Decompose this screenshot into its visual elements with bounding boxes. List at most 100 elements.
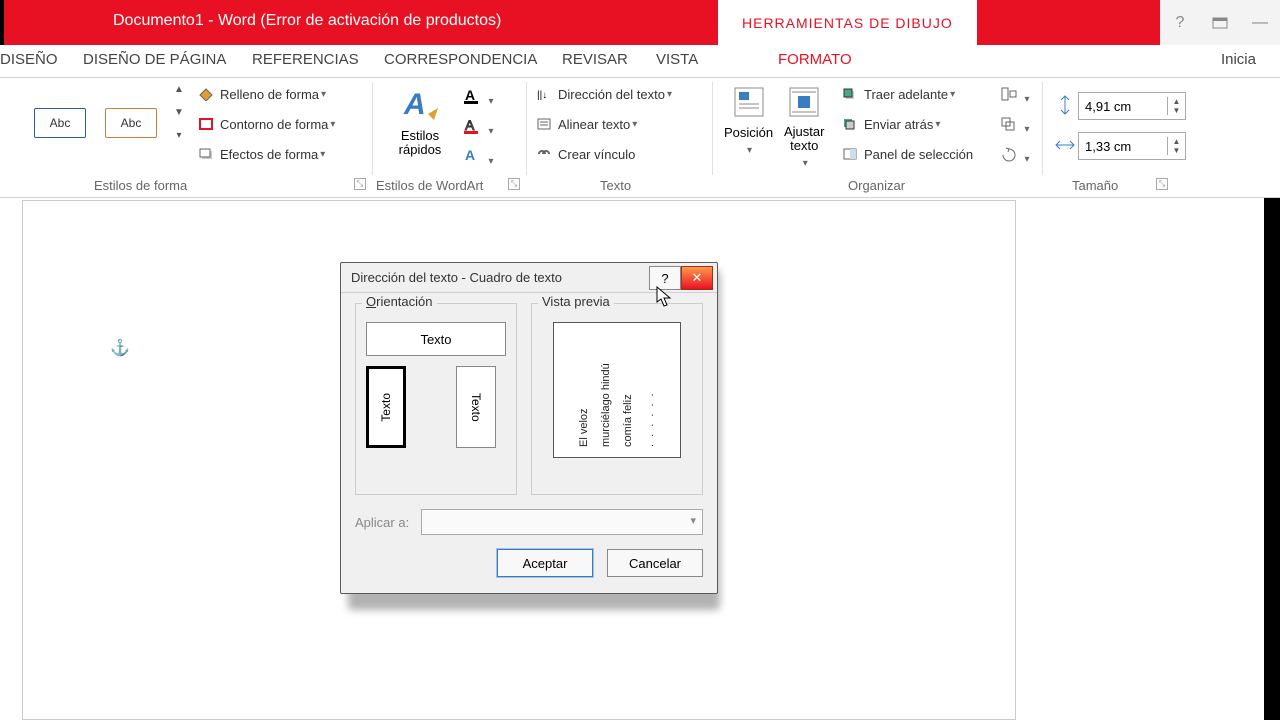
svg-text:A: A xyxy=(465,147,475,163)
tab-referencias[interactable]: REFERENCIAS xyxy=(252,51,359,68)
wrap-text-icon xyxy=(786,84,822,120)
group-label-arrange: Organizar xyxy=(848,178,905,193)
dropdown-icon: ▾ xyxy=(1024,154,1029,165)
dropdown-icon: ▾ xyxy=(1024,124,1029,135)
preview-box: El veloz murciélago hindú comía feliz . … xyxy=(553,322,681,458)
dropdown-icon: ▾ xyxy=(488,126,493,137)
group-button[interactable]: ▾ xyxy=(1000,116,1029,137)
tab-vista[interactable]: VISTA xyxy=(656,51,698,68)
shape-style-2[interactable]: Abc xyxy=(105,108,157,138)
window-buttons: ? — xyxy=(1160,0,1280,45)
size-launcher[interactable]: ⤡ xyxy=(1156,178,1168,190)
send-backward-button[interactable]: Enviar atrás ▾ xyxy=(842,116,940,132)
dialog-close-button[interactable]: ✕ xyxy=(681,266,713,290)
create-link-button[interactable]: Crear vínculo xyxy=(536,146,635,162)
text-direction-button[interactable]: ||↓ Dirección del texto ▾ xyxy=(536,86,672,102)
shape-effects-button[interactable]: Efectos de forma ▾ xyxy=(198,146,325,162)
text-direction-label: Dirección del texto xyxy=(558,87,665,102)
apply-to-label: Aplicar a: xyxy=(355,515,409,530)
dropdown-icon: ▾ xyxy=(488,156,493,167)
dropdown-icon: ▾ xyxy=(330,119,335,130)
text-direction-icon: ||↓ xyxy=(536,86,552,102)
bring-forward-icon xyxy=(842,86,858,102)
dropdown-icon: ▾ xyxy=(488,96,493,107)
tab-correspondencia[interactable]: CORRESPONDENCIA xyxy=(384,51,537,68)
wrap-text-label: Ajustar texto xyxy=(784,125,824,153)
svg-text:A: A xyxy=(465,117,475,133)
group-label-text: Texto xyxy=(600,178,631,193)
create-link-label: Crear vínculo xyxy=(558,147,635,162)
anchor-icon: ⚓ xyxy=(110,338,130,358)
minimize-button[interactable]: — xyxy=(1240,0,1280,45)
align-text-label: Alinear texto xyxy=(558,117,630,132)
bring-forward-button[interactable]: Traer adelante ▾ xyxy=(842,86,955,102)
selection-pane-button[interactable]: Panel de selección xyxy=(842,146,973,162)
orientation-vertical-down[interactable]: Texto xyxy=(456,366,496,448)
align-text-icon xyxy=(536,116,552,132)
position-label: Posición xyxy=(724,125,773,140)
tab-diseno[interactable]: DISEÑO xyxy=(0,51,58,68)
help-button[interactable]: ? xyxy=(1160,0,1200,45)
apply-to-select[interactable] xyxy=(421,509,703,535)
quick-styles-button[interactable]: A Estilos rápidos xyxy=(398,84,442,157)
ribbon-display-options[interactable] xyxy=(1200,0,1240,45)
width-icon xyxy=(1054,134,1076,156)
sign-in[interactable]: Inicia xyxy=(1221,51,1256,68)
orientation-horizontal[interactable]: Texto xyxy=(366,322,506,356)
preview-line-3: comía feliz xyxy=(622,333,634,447)
align-button[interactable]: ▾ xyxy=(1000,86,1029,107)
cancel-button[interactable]: Cancelar xyxy=(607,549,703,577)
shape-style-1[interactable]: Abc xyxy=(34,108,86,138)
dropdown-icon: ▾ xyxy=(320,149,325,160)
group-icon xyxy=(1000,116,1018,132)
spinner-arrows[interactable]: ▲▼ xyxy=(1167,137,1185,155)
shape-effects-label: Efectos de forma xyxy=(220,147,318,162)
height-icon xyxy=(1054,94,1076,116)
send-backward-icon xyxy=(842,116,858,132)
accept-button[interactable]: Aceptar xyxy=(497,549,593,577)
height-spinner[interactable]: 4,91 cm ▲▼ xyxy=(1078,92,1186,120)
shape-outline-button[interactable]: Contorno de forma ▾ xyxy=(198,116,335,132)
spinner-arrows[interactable]: ▲▼ xyxy=(1167,97,1185,115)
text-direction-dialog: Dirección del texto - Cuadro de texto ? … xyxy=(340,262,718,594)
width-spinner[interactable]: 1,33 cm ▲▼ xyxy=(1078,132,1186,160)
link-icon xyxy=(536,146,552,162)
preview-line-1: El veloz xyxy=(578,333,590,447)
dialog-titlebar[interactable]: Dirección del texto - Cuadro de texto ? … xyxy=(341,263,717,293)
window-black-left xyxy=(0,0,4,45)
text-effects-icon: A xyxy=(462,146,482,164)
align-icon xyxy=(1000,86,1018,102)
send-backward-label: Enviar atrás xyxy=(864,117,933,132)
rotate-button[interactable]: ▾ xyxy=(1000,146,1029,167)
tab-formato[interactable]: FORMATO xyxy=(778,51,852,68)
width-value: 1,33 cm xyxy=(1079,139,1167,154)
shape-style-gallery-arrows[interactable]: ▲ ▼ ▾ xyxy=(170,84,188,141)
wrap-text-button[interactable]: Ajustar texto ▾ xyxy=(784,84,824,171)
shape-fill-label: Relleno de forma xyxy=(220,87,319,102)
selection-pane-icon xyxy=(842,146,858,162)
preview-line-2: murciélago hindú xyxy=(600,333,612,447)
text-effects-button[interactable]: A ▾ xyxy=(462,146,493,169)
ribbon: Abc Abc ▲ ▼ ▾ Relleno de forma ▾ Contorn… xyxy=(0,78,1280,198)
tab-diseno-pagina[interactable]: DISEÑO DE PÁGINA xyxy=(83,51,226,68)
contextual-tool-tab[interactable]: HERRAMIENTAS DE DIBUJO xyxy=(718,0,977,45)
position-button[interactable]: Posición ▾ xyxy=(724,84,773,158)
orientation-vertical-up[interactable]: Texto xyxy=(366,366,406,448)
dropdown-icon: ▾ xyxy=(632,119,637,130)
svg-text:||↓: ||↓ xyxy=(537,90,547,101)
rotate-icon xyxy=(1000,146,1018,162)
dialog-help-button[interactable]: ? xyxy=(649,266,681,290)
shape-outline-icon xyxy=(198,116,214,132)
align-text-button[interactable]: Alinear texto ▾ xyxy=(536,116,637,132)
dropdown-icon: ▾ xyxy=(321,89,326,100)
gallery-up-icon: ▲ xyxy=(174,84,184,95)
shape-fill-button[interactable]: Relleno de forma ▾ xyxy=(198,86,326,102)
wordart-styles-launcher[interactable]: ⤡ xyxy=(508,178,520,190)
shape-styles-launcher[interactable]: ⤡ xyxy=(354,178,366,190)
svg-text:A: A xyxy=(403,88,426,121)
text-outline-icon: A xyxy=(462,116,482,134)
text-outline-button[interactable]: A ▾ xyxy=(462,116,493,139)
quick-styles-label: Estilos rápidos xyxy=(398,129,442,157)
text-fill-button[interactable]: A ▾ xyxy=(462,86,493,109)
tab-revisar[interactable]: REVISAR xyxy=(562,51,628,68)
